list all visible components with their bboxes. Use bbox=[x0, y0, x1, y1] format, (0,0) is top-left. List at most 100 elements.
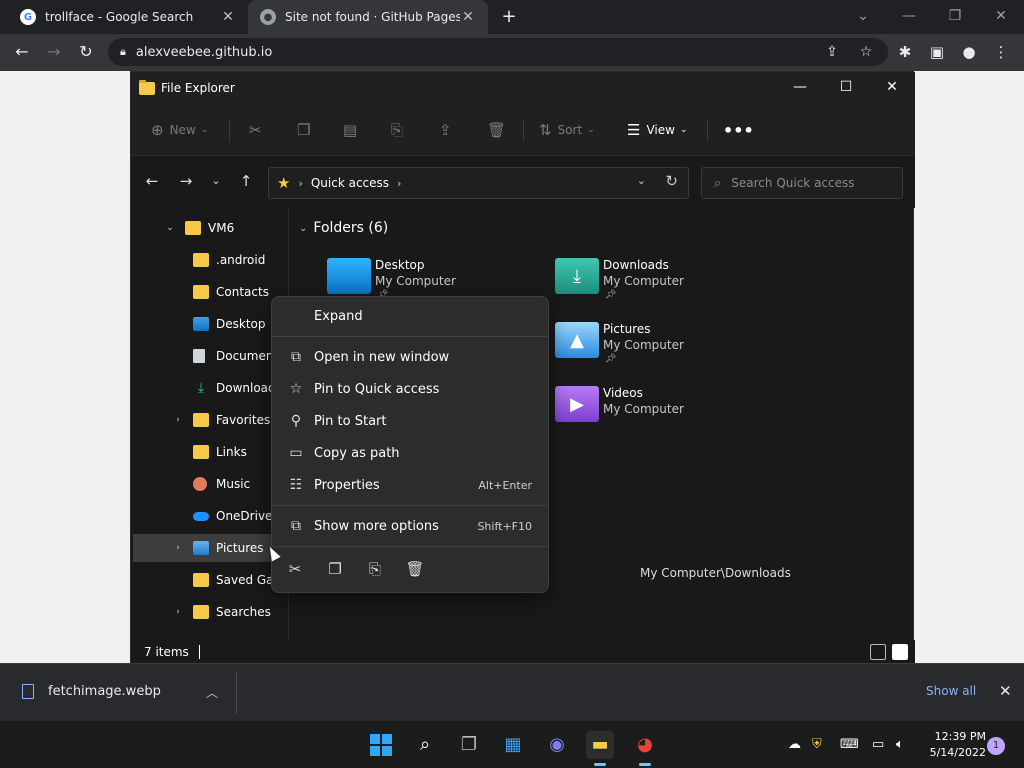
security-shield-icon[interactable]: ⛨ bbox=[812, 737, 822, 752]
divider bbox=[236, 672, 237, 714]
lock-icon[interactable]: 🔒︎ bbox=[120, 45, 126, 59]
reload-icon[interactable]: ↻ bbox=[73, 39, 99, 65]
widgets-icon[interactable]: ▦ bbox=[499, 731, 527, 759]
side-panel-icon[interactable]: ▣ bbox=[924, 39, 950, 65]
browser-tab-github-pages[interactable]: ● Site not found · GitHub Pages ✕ bbox=[248, 0, 488, 34]
minimize-icon[interactable]: — bbox=[777, 72, 823, 104]
copy-icon[interactable]: ❐ bbox=[325, 559, 345, 579]
start-button[interactable] bbox=[370, 734, 392, 756]
close-tab-icon[interactable]: ✕ bbox=[460, 9, 476, 25]
maximize-icon[interactable]: ☐ bbox=[823, 72, 869, 104]
sidebar-item-links[interactable]: Links bbox=[133, 438, 287, 466]
delete-button[interactable]: 🗑︎ bbox=[487, 118, 512, 142]
sidebar-item-desktop[interactable]: Desktop bbox=[133, 310, 287, 338]
sidebar-item-saved-games[interactable]: Saved Games bbox=[133, 566, 287, 594]
recent-locations-icon[interactable]: ⌄ bbox=[205, 170, 227, 192]
more-options-button[interactable]: ••• bbox=[723, 118, 754, 142]
chevron-right-icon[interactable]: › bbox=[173, 543, 183, 553]
view-button[interactable]: ☰ View ⌄ bbox=[627, 118, 687, 142]
menu-item-open-in-new-window[interactable]: ⧉ Open in new window bbox=[276, 342, 544, 372]
tab-search-icon[interactable]: ⌄ bbox=[840, 0, 886, 34]
show-all-link[interactable]: Show all bbox=[926, 684, 976, 698]
refresh-icon[interactable]: ↻ bbox=[665, 172, 678, 190]
breadcrumb-quick-access[interactable]: Quick access bbox=[311, 176, 389, 190]
browser-tab-google-search[interactable]: G trollface - Google Search ✕ bbox=[8, 0, 248, 34]
clock[interactable]: 12:39 PM 5/14/2022 bbox=[926, 729, 986, 761]
details-view-icon[interactable] bbox=[870, 644, 886, 660]
search-box[interactable]: ⌕ bbox=[701, 167, 903, 199]
cut-icon[interactable]: ✂ bbox=[285, 559, 305, 579]
menu-item-expand[interactable]: Expand bbox=[276, 301, 544, 331]
task-view-icon[interactable]: ❐ bbox=[455, 731, 483, 759]
menu-item-copy-as-path[interactable]: ▭ Copy as path bbox=[276, 438, 544, 468]
share-icon[interactable]: ⇪ bbox=[822, 42, 842, 62]
sidebar-item-documents[interactable]: Documents bbox=[133, 342, 287, 370]
folder-tile-videos[interactable]: ▶ Videos My Computer bbox=[555, 380, 775, 436]
search-input[interactable] bbox=[731, 176, 882, 190]
close-tab-icon[interactable]: ✕ bbox=[220, 9, 236, 25]
notification-badge[interactable]: 1 bbox=[987, 737, 1005, 755]
download-item[interactable]: fetchimage.webp bbox=[22, 684, 161, 699]
sidebar-item-music[interactable]: Music bbox=[133, 470, 287, 498]
folder-tile-downloads[interactable]: ⤓ Downloads My Computer 📌︎ bbox=[555, 252, 775, 308]
address-bar[interactable]: 🔒︎ alexveebee.github.io ⇪ ☆ bbox=[108, 38, 888, 66]
close-icon[interactable]: ✕ bbox=[999, 682, 1012, 700]
tiles-view-icon[interactable] bbox=[892, 644, 908, 660]
cloud-icon[interactable]: ☁ bbox=[788, 737, 801, 752]
back-icon[interactable]: ← bbox=[9, 39, 35, 65]
cut-button[interactable]: ✂ bbox=[249, 118, 268, 142]
new-tab-button[interactable]: + bbox=[498, 6, 520, 28]
chevron-right-icon[interactable]: › bbox=[298, 177, 302, 190]
forward-icon[interactable]: → bbox=[41, 39, 67, 65]
sidebar-item-vm6[interactable]: ⌄ VM6 bbox=[133, 214, 287, 242]
sidebar-item-searches[interactable]: › Searches bbox=[133, 598, 287, 626]
folder-tile-pictures[interactable]: ▲ Pictures My Computer 📌︎ bbox=[555, 316, 775, 372]
profile-icon[interactable]: ● bbox=[956, 39, 982, 65]
extensions-icon[interactable]: ✱ bbox=[892, 39, 918, 65]
chevron-down-icon[interactable]: ⌄ bbox=[637, 174, 646, 187]
sidebar-item-contacts[interactable]: Contacts bbox=[133, 278, 287, 306]
chevron-up-icon[interactable]: ︿ bbox=[206, 684, 218, 701]
copy-button[interactable]: ❐ bbox=[297, 118, 316, 142]
chevron-right-icon[interactable]: › bbox=[173, 415, 183, 425]
chevron-right-icon[interactable]: › bbox=[173, 607, 183, 617]
sidebar-item-android[interactable]: .android bbox=[133, 246, 287, 274]
chat-icon[interactable]: ◉ bbox=[543, 731, 571, 759]
rename-button[interactable]: ⎘ bbox=[391, 118, 409, 142]
back-icon[interactable]: ← bbox=[141, 170, 163, 192]
rename-icon[interactable]: ⎘ bbox=[365, 559, 385, 579]
share-button[interactable]: ⇪ bbox=[439, 118, 458, 142]
menu-item-show-more-options[interactable]: ⧉ Show more options Shift+F10 bbox=[276, 511, 544, 541]
bookmark-star-icon[interactable]: ☆ bbox=[856, 42, 876, 62]
sidebar-item-favorites[interactable]: › Favorites bbox=[133, 406, 287, 434]
address-breadcrumb[interactable]: ★ › Quick access › ⌄ ↻ bbox=[268, 167, 689, 199]
keyboard-icon[interactable]: ⌨ bbox=[840, 737, 859, 752]
sidebar-item-pictures[interactable]: › Pictures bbox=[133, 534, 287, 562]
menu-icon[interactable]: ⋮ bbox=[988, 39, 1014, 65]
sort-button[interactable]: ⇅ Sort ⌄ bbox=[539, 118, 595, 142]
sidebar-item-downloads[interactable]: ⤓ Downloads bbox=[133, 374, 287, 402]
up-icon[interactable]: ↑ bbox=[235, 170, 257, 192]
file-explorer-taskbar-icon[interactable]: ▬ bbox=[586, 731, 614, 766]
restore-icon[interactable]: ❐ bbox=[932, 0, 978, 34]
volume-icon[interactable]: 🔈︎ bbox=[896, 737, 904, 752]
desktop-icon bbox=[193, 317, 209, 331]
menu-item-pin-to-quick-access[interactable]: ☆ Pin to Quick access bbox=[276, 374, 544, 404]
chrome-icon[interactable]: ◕ bbox=[631, 731, 659, 766]
sidebar-item-onedrive[interactable]: OneDrive bbox=[133, 502, 287, 530]
chevron-right-icon[interactable]: › bbox=[397, 177, 401, 190]
network-icon[interactable]: ▭ bbox=[872, 737, 884, 752]
chevron-down-icon[interactable]: ⌄ bbox=[165, 223, 175, 233]
trash-icon: 🗑︎ bbox=[487, 121, 507, 139]
new-button[interactable]: ⊕ New ⌄ bbox=[151, 118, 208, 142]
close-icon[interactable]: ✕ bbox=[869, 72, 915, 104]
trash-icon[interactable]: 🗑︎ bbox=[405, 559, 425, 579]
close-window-icon[interactable]: ✕ bbox=[978, 0, 1024, 34]
search-icon[interactable]: ⌕ bbox=[411, 731, 439, 759]
folders-group-header[interactable]: ⌄ Folders (6) bbox=[299, 220, 388, 236]
menu-item-properties[interactable]: ☷ Properties Alt+Enter bbox=[276, 470, 544, 500]
minimize-icon[interactable]: — bbox=[886, 0, 932, 34]
paste-button[interactable]: ▤ bbox=[343, 118, 363, 142]
forward-icon[interactable]: → bbox=[175, 170, 197, 192]
menu-item-pin-to-start[interactable]: ⚲ Pin to Start bbox=[276, 406, 544, 436]
